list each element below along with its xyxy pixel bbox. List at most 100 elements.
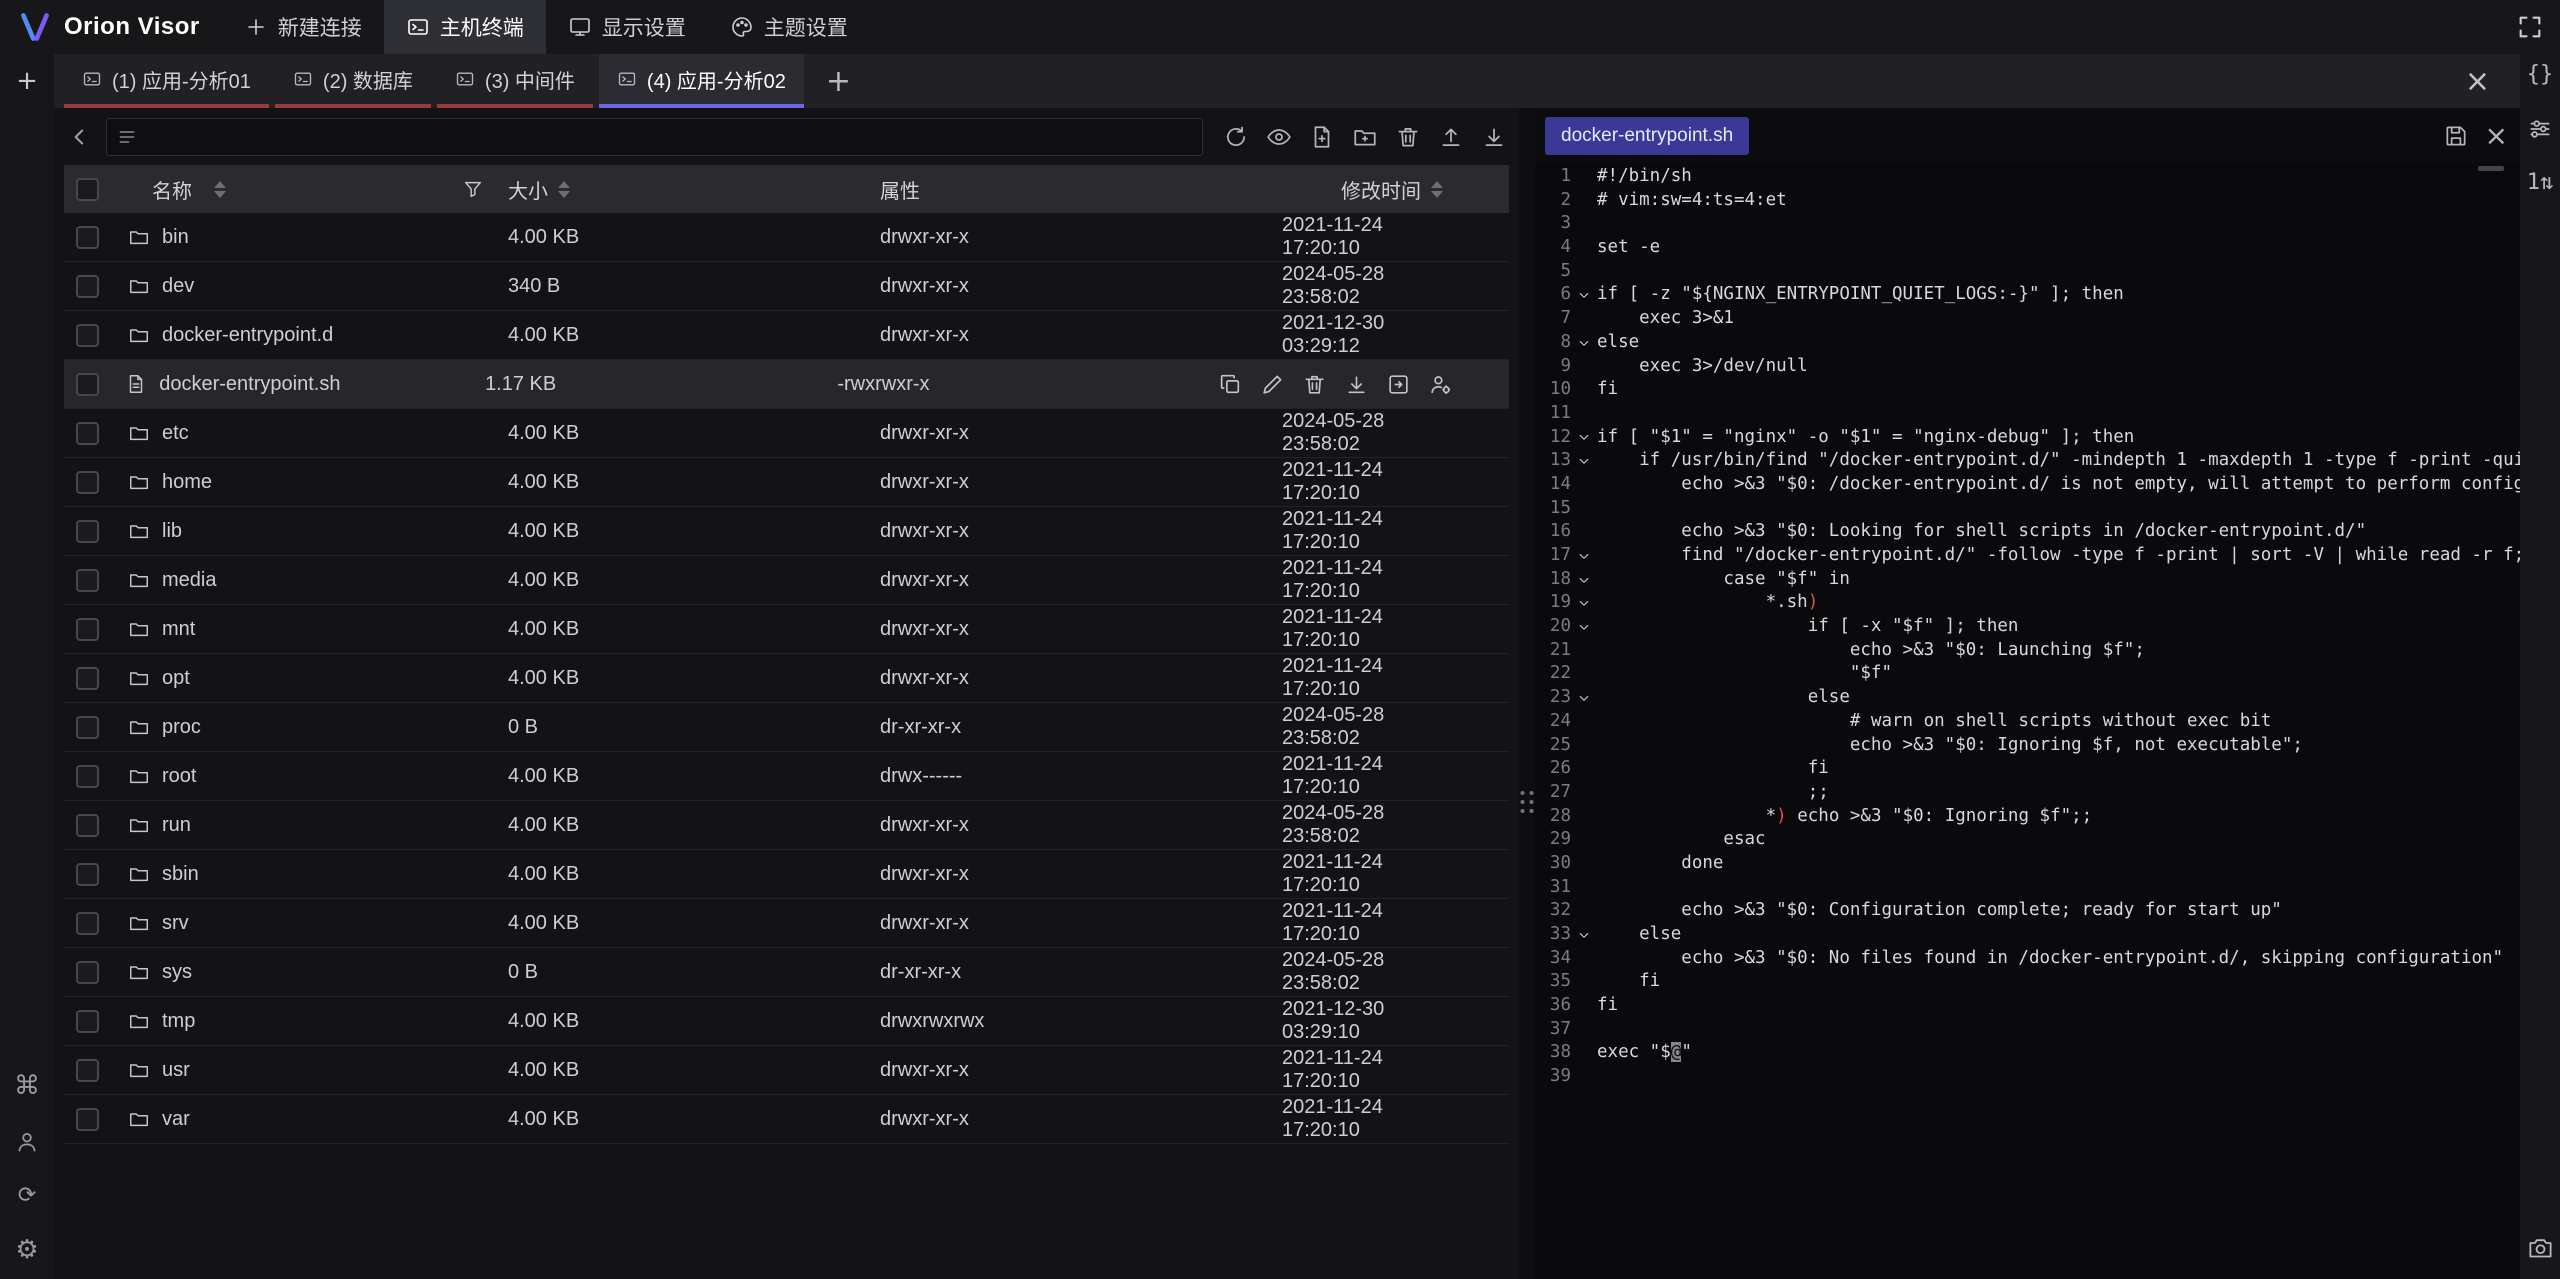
file-row-opt[interactable]: opt4.00 KBdrwxr-xr-x2021-11-24 17:20:10 bbox=[64, 654, 1509, 703]
code-line[interactable]: 19 *.sh) bbox=[1535, 591, 2520, 615]
code-line[interactable]: 11 bbox=[1535, 402, 2520, 426]
file-row-mnt[interactable]: mnt4.00 KBdrwxr-xr-x2021-11-24 17:20:10 bbox=[64, 605, 1509, 654]
code-line[interactable]: 34 echo >&3 "$0: No files found in /dock… bbox=[1535, 947, 2520, 971]
menu-display-settings[interactable]: 显示设置 bbox=[546, 0, 708, 54]
file-row-sys[interactable]: sys0 Bdr-xr-xr-x2024-05-28 23:58:02 bbox=[64, 948, 1509, 997]
file-row-tmp[interactable]: tmp4.00 KBdrwxrwxrwx2021-12-30 03:29:10 bbox=[64, 997, 1509, 1046]
code-line[interactable]: 12if [ "$1" = "nginx" -o "$1" = "nginx-d… bbox=[1535, 426, 2520, 450]
code-line[interactable]: 22 "$f" bbox=[1535, 662, 2520, 686]
settings-icon[interactable]: ⚙ bbox=[15, 1237, 38, 1263]
code-line[interactable]: 15 bbox=[1535, 497, 2520, 521]
code-line[interactable]: 26 fi bbox=[1535, 757, 2520, 781]
code-line[interactable]: 2# vim:sw=4:ts=4:et bbox=[1535, 189, 2520, 213]
row-checkbox[interactable] bbox=[76, 1010, 99, 1033]
delete-button[interactable] bbox=[1393, 122, 1423, 152]
code-line[interactable]: 13 if /usr/bin/find "/docker-entrypoint.… bbox=[1535, 449, 2520, 473]
file-row-media[interactable]: media4.00 KBdrwxr-xr-x2021-11-24 17:20:1… bbox=[64, 556, 1509, 605]
file-row-sbin[interactable]: sbin4.00 KBdrwxr-xr-x2021-11-24 17:20:10 bbox=[64, 850, 1509, 899]
row-checkbox[interactable] bbox=[76, 716, 99, 739]
file-row-usr[interactable]: usr4.00 KBdrwxr-xr-x2021-11-24 17:20:10 bbox=[64, 1046, 1509, 1095]
row-checkbox[interactable] bbox=[76, 618, 99, 641]
file-row-var[interactable]: var4.00 KBdrwxr-xr-x2021-11-24 17:20:10 bbox=[64, 1095, 1509, 1144]
code-line[interactable]: 16 echo >&3 "$0: Looking for shell scrip… bbox=[1535, 520, 2520, 544]
code-line[interactable]: 33 else bbox=[1535, 923, 2520, 947]
filter-funnel-icon[interactable] bbox=[462, 178, 484, 200]
sort-icon[interactable] bbox=[1431, 181, 1443, 198]
fullscreen-icon[interactable] bbox=[2516, 13, 2544, 41]
editor-settings-icon[interactable] bbox=[2527, 116, 2553, 142]
code-line[interactable]: 21 echo >&3 "$0: Launching $f"; bbox=[1535, 639, 2520, 663]
download-icon[interactable] bbox=[1344, 372, 1369, 397]
code-line[interactable]: 28 *) echo >&3 "$0: Ignoring $f";; bbox=[1535, 805, 2520, 829]
fold-chevron-icon[interactable] bbox=[1571, 591, 1597, 615]
path-list-icon[interactable] bbox=[117, 127, 137, 147]
rail-new-tab-icon[interactable]: + bbox=[16, 68, 38, 94]
tabbar-close-icon[interactable]: × bbox=[2465, 64, 2490, 99]
edit-icon[interactable] bbox=[1260, 372, 1285, 397]
add-terminal-tab-button[interactable]: + bbox=[810, 64, 867, 99]
terminal-tab-4[interactable]: (4) 应用-分析02 bbox=[599, 54, 804, 108]
new-folder-button[interactable] bbox=[1350, 122, 1380, 152]
fold-chevron-icon[interactable] bbox=[1571, 283, 1597, 307]
file-row-docker-entrypoint.sh[interactable]: docker-entrypoint.sh1.17 KB-rwxrwxr-x bbox=[64, 360, 1509, 409]
code-editor[interactable]: 1#!/bin/sh2# vim:sw=4:ts=4:et34set -e56i… bbox=[1535, 163, 2520, 1279]
code-line[interactable]: 25 echo >&3 "$0: Ignoring $f, not execut… bbox=[1535, 734, 2520, 758]
download-button[interactable] bbox=[1479, 122, 1509, 152]
screenshot-camera-icon[interactable] bbox=[2527, 1234, 2554, 1261]
file-row-home[interactable]: home4.00 KBdrwxr-xr-x2021-11-24 17:20:10 bbox=[64, 458, 1509, 507]
file-row-docker-entrypoint.d[interactable]: docker-entrypoint.d4.00 KBdrwxr-xr-x2021… bbox=[64, 311, 1509, 360]
row-checkbox[interactable] bbox=[76, 324, 99, 347]
code-line[interactable]: 10fi bbox=[1535, 378, 2520, 402]
sort-icon[interactable] bbox=[214, 181, 226, 198]
copy-path-icon[interactable] bbox=[1218, 372, 1243, 397]
code-line[interactable]: 18 case "$f" in bbox=[1535, 568, 2520, 592]
row-checkbox[interactable] bbox=[76, 961, 99, 984]
row-checkbox[interactable] bbox=[76, 667, 99, 690]
select-all-checkbox[interactable] bbox=[76, 178, 99, 201]
file-row-srv[interactable]: srv4.00 KBdrwxr-xr-x2021-11-24 17:20:10 bbox=[64, 899, 1509, 948]
file-row-bin[interactable]: bin4.00 KBdrwxr-xr-x2021-11-24 17:20:10 bbox=[64, 213, 1509, 262]
splitter-handle-icon[interactable] bbox=[1521, 791, 1534, 813]
file-row-dev[interactable]: dev340 Bdrwxr-xr-x2024-05-28 23:58:02 bbox=[64, 262, 1509, 311]
chmod-icon[interactable] bbox=[1428, 372, 1453, 397]
code-line[interactable]: 1#!/bin/sh bbox=[1535, 165, 2520, 189]
code-line[interactable]: 8else bbox=[1535, 331, 2520, 355]
code-line[interactable]: 29 esac bbox=[1535, 828, 2520, 852]
code-line[interactable]: 14 echo >&3 "$0: /docker-entrypoint.d/ i… bbox=[1535, 473, 2520, 497]
panel-splitter[interactable] bbox=[1519, 108, 1535, 1279]
menu-theme-settings[interactable]: 主题设置 bbox=[708, 0, 870, 54]
path-input[interactable] bbox=[145, 126, 1192, 148]
row-checkbox[interactable] bbox=[76, 275, 99, 298]
file-row-etc[interactable]: etc4.00 KBdrwxr-xr-x2024-05-28 23:58:02 bbox=[64, 409, 1509, 458]
row-checkbox[interactable] bbox=[76, 569, 99, 592]
code-line[interactable]: 17 find "/docker-entrypoint.d/" -follow … bbox=[1535, 544, 2520, 568]
fold-chevron-icon[interactable] bbox=[1571, 426, 1597, 450]
sort-icon[interactable] bbox=[558, 181, 570, 198]
code-line[interactable]: 32 echo >&3 "$0: Configuration complete;… bbox=[1535, 899, 2520, 923]
code-line[interactable]: 3 bbox=[1535, 212, 2520, 236]
fold-chevron-icon[interactable] bbox=[1571, 615, 1597, 639]
new-file-button[interactable] bbox=[1307, 122, 1337, 152]
terminal-tab-1[interactable]: (1) 应用-分析01 bbox=[64, 54, 269, 108]
header-mtime[interactable]: 修改时间 bbox=[1282, 165, 1509, 213]
code-line[interactable]: 36fi bbox=[1535, 994, 2520, 1018]
code-line[interactable]: 24 # warn on shell scripts without exec … bbox=[1535, 710, 2520, 734]
row-checkbox[interactable] bbox=[76, 422, 99, 445]
code-line[interactable]: 31 bbox=[1535, 876, 2520, 900]
code-line[interactable]: 38exec "$@" bbox=[1535, 1041, 2520, 1065]
row-checkbox[interactable] bbox=[76, 471, 99, 494]
menu-host-terminal[interactable]: 主机终端 bbox=[384, 0, 546, 54]
sync-icon[interactable]: ⟳ bbox=[18, 1185, 36, 1207]
move-icon[interactable] bbox=[1386, 372, 1411, 397]
code-line[interactable]: 6if [ -z "${NGINX_ENTRYPOINT_QUIET_LOGS:… bbox=[1535, 283, 2520, 307]
fold-chevron-icon[interactable] bbox=[1571, 449, 1597, 473]
row-checkbox[interactable] bbox=[76, 863, 99, 886]
code-line[interactable]: 7 exec 3>&1 bbox=[1535, 307, 2520, 331]
fold-chevron-icon[interactable] bbox=[1571, 331, 1597, 355]
header-size[interactable]: 大小 bbox=[508, 165, 880, 213]
row-checkbox[interactable] bbox=[76, 373, 99, 396]
file-row-root[interactable]: root4.00 KBdrwx------2021-11-24 17:20:10 bbox=[64, 752, 1509, 801]
back-icon[interactable] bbox=[64, 124, 96, 150]
editor-file-tab[interactable]: docker-entrypoint.sh bbox=[1545, 117, 1749, 155]
editor-close-icon[interactable]: × bbox=[2481, 122, 2512, 150]
